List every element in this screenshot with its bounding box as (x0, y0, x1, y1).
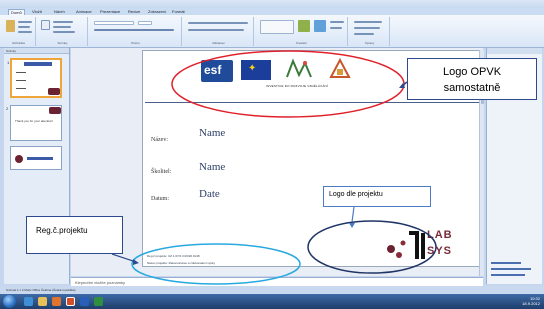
callout-reg-number: Reg.č.projektu (26, 216, 123, 254)
callout-project-logo: Logo dle projektu (323, 186, 431, 207)
blue-annotation-ellipse (131, 243, 301, 285)
reg-arrow (111, 253, 137, 263)
annotation-overlay (111, 50, 437, 285)
callout-opvk-logo: Logo OPVK samostatně (407, 58, 537, 100)
navy-annotation-ellipse (307, 220, 437, 274)
red-annotation-ellipse (171, 50, 405, 118)
project-logo-arrow (351, 206, 355, 223)
